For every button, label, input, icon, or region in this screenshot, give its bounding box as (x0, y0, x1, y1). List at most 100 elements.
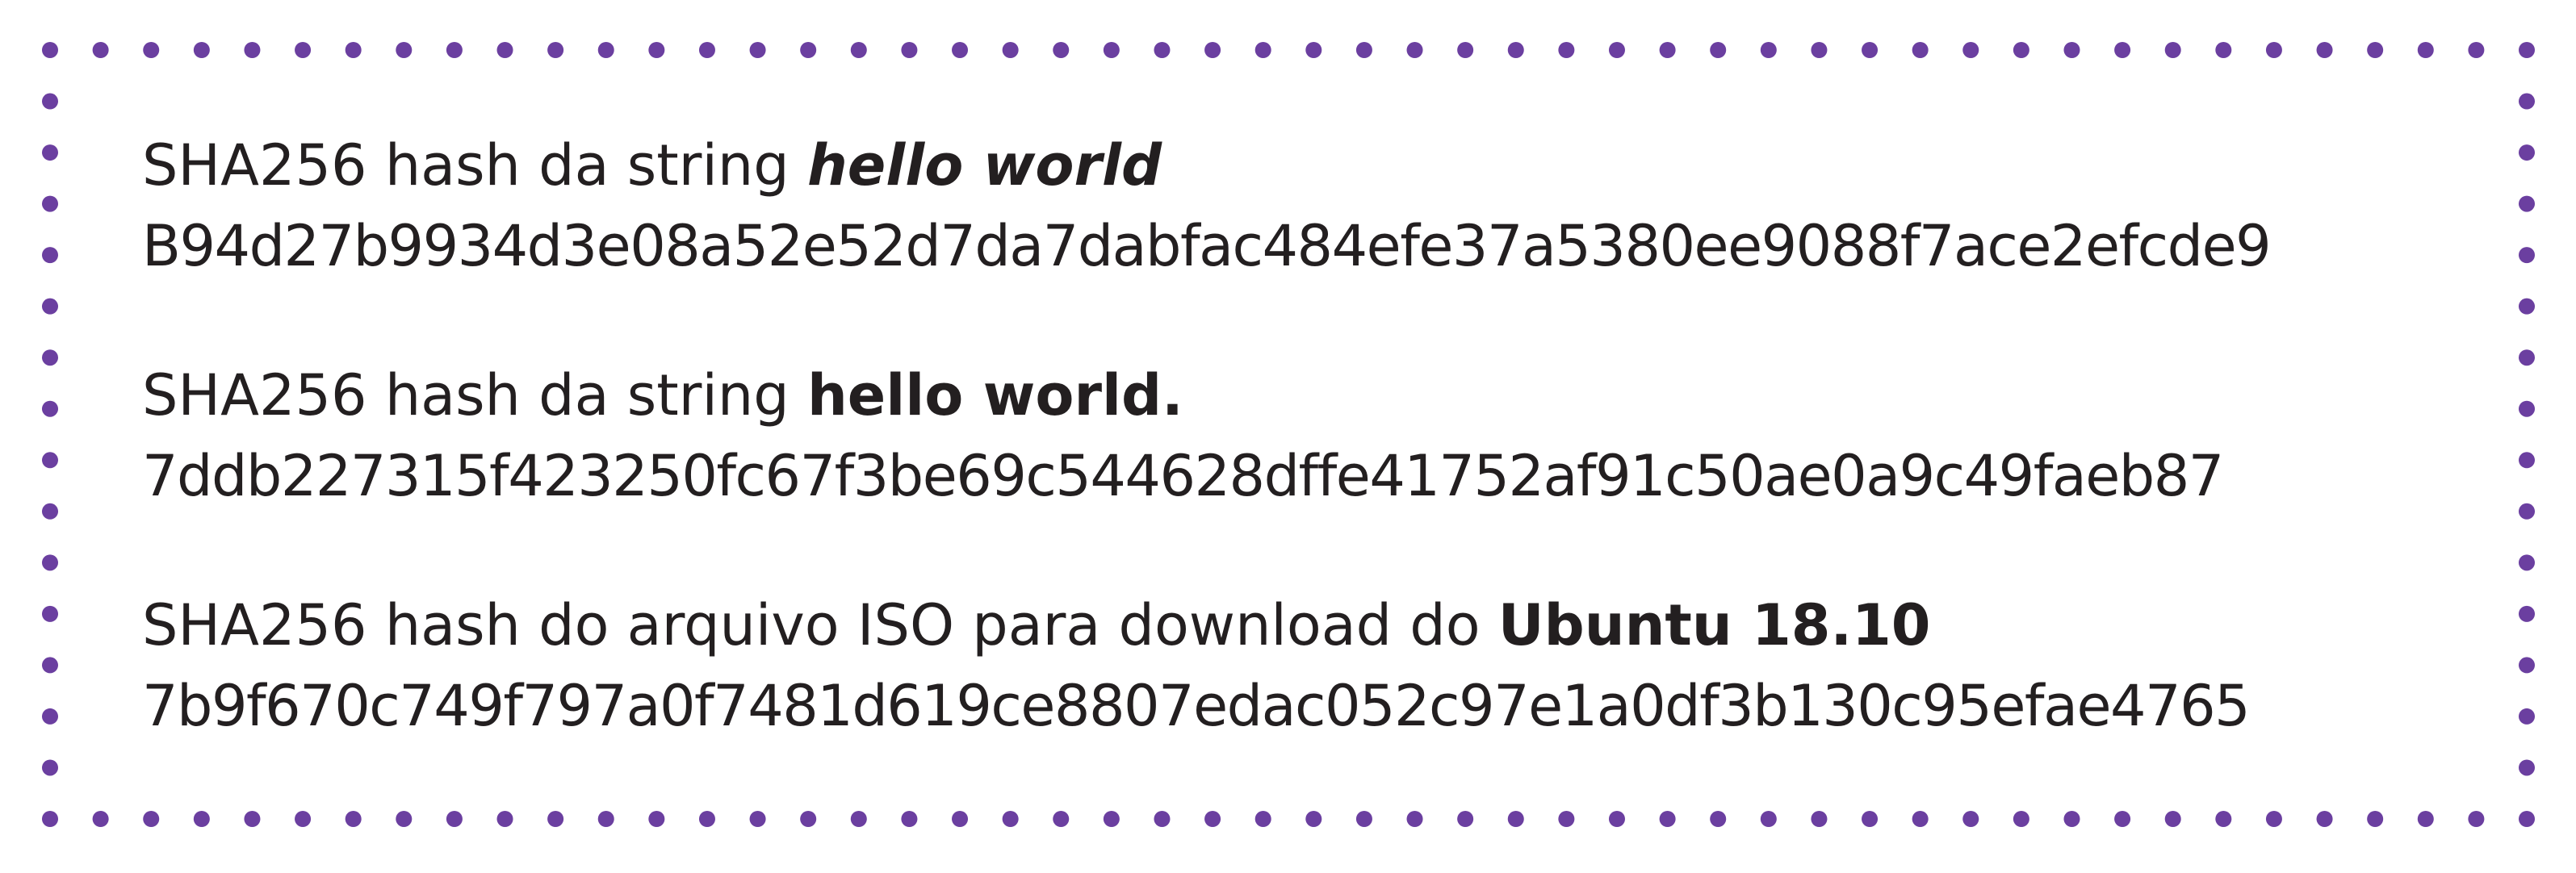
hash-digest: 7b9f670c749f797a0f7481d619ce8807edac052c… (142, 673, 2251, 739)
border-dot (1811, 811, 1828, 827)
border-dot (92, 42, 109, 58)
border-dot (1912, 42, 1929, 58)
border-dot (850, 42, 867, 58)
border-dot (2063, 42, 2080, 58)
border-dot (1103, 42, 1120, 58)
border-dot (2164, 811, 2181, 827)
border-dot (1457, 42, 1474, 58)
caption-label: SHA256 hash do arquivo ISO para download… (142, 592, 1498, 658)
border-dot (193, 811, 210, 827)
border-dot (1608, 42, 1625, 58)
hash-caption: SHA256 hash do arquivo ISO para download… (142, 597, 2467, 654)
border-dot (143, 42, 160, 58)
border-dot (396, 811, 413, 827)
border-dot (42, 247, 58, 264)
border-dot (1254, 42, 1271, 58)
border-dot (2468, 811, 2485, 827)
border-dot (1204, 811, 1221, 827)
border-dot (1507, 42, 1524, 58)
border-dot (2367, 811, 2384, 827)
caption-subject: Ubuntu 18.10 (1497, 592, 1931, 658)
border-dot (1204, 42, 1221, 58)
border-dot (2519, 657, 2535, 674)
border-dot (42, 554, 58, 571)
border-dot (2417, 811, 2434, 827)
border-dot (1558, 42, 1575, 58)
border-dot (143, 811, 160, 827)
border-dot (446, 811, 463, 827)
border-dot (2367, 42, 2384, 58)
border-dot (1406, 42, 1423, 58)
border-dot (42, 811, 58, 827)
border-dot (2316, 811, 2333, 827)
border-dot (2316, 42, 2333, 58)
hash-entry-ubuntu-iso: SHA256 hash do arquivo ISO para download… (142, 597, 2467, 734)
border-dot (1760, 811, 1777, 827)
border-dot (2215, 811, 2232, 827)
border-dot (1355, 42, 1372, 58)
border-dot (1406, 811, 1423, 827)
border-dot (2265, 811, 2282, 827)
border-dot (597, 42, 614, 58)
border-dot (2519, 400, 2535, 417)
border-dot (901, 811, 918, 827)
border-dot (1912, 811, 1929, 827)
caption-label: SHA256 hash da string (142, 132, 807, 198)
border-dot (496, 42, 513, 58)
border-dot (597, 811, 614, 827)
caption-label: SHA256 hash da string (142, 362, 807, 428)
border-dot (2519, 349, 2535, 366)
border-dot (749, 811, 766, 827)
border-dot (648, 42, 665, 58)
border-dot (496, 811, 513, 827)
border-dot (42, 503, 58, 520)
border-dot (92, 811, 109, 827)
border-dot (42, 657, 58, 674)
caption-subject: hello world (806, 132, 1162, 198)
border-dot (2114, 811, 2131, 827)
border-dot (1962, 42, 1979, 58)
border-dot (42, 93, 58, 110)
border-dot (42, 195, 58, 212)
border-dot (345, 811, 362, 827)
border-dot (901, 42, 918, 58)
border-dot (1760, 42, 1777, 58)
border-dot (1862, 811, 1879, 827)
border-dot (2417, 42, 2434, 58)
border-dot (1053, 42, 1070, 58)
border-dot (547, 811, 564, 827)
border-dot (2519, 42, 2535, 58)
border-dot (1355, 811, 1372, 827)
border-dot (1154, 42, 1171, 58)
border-dot (42, 759, 58, 776)
border-dot (2013, 42, 2029, 58)
border-dot (2519, 708, 2535, 725)
border-dot (1710, 811, 1727, 827)
border-dot (2063, 811, 2080, 827)
hash-caption: SHA256 hash da string hello world. (142, 367, 2467, 424)
border-dot (1659, 811, 1676, 827)
border-dot (850, 811, 867, 827)
border-dot (396, 42, 413, 58)
border-dot (2013, 811, 2029, 827)
border-dot (547, 42, 564, 58)
border-dot (2519, 195, 2535, 212)
border-dot (2519, 554, 2535, 571)
border-dot (698, 42, 715, 58)
border-dot (1659, 42, 1676, 58)
border-dot (1710, 42, 1727, 58)
border-dot (345, 42, 362, 58)
hash-caption: SHA256 hash da string hello world (142, 137, 2467, 194)
border-dot (1811, 42, 1828, 58)
hash-digest: B94d27b9934d3e08a52e52d7da7dabfac484efe3… (142, 213, 2272, 279)
border-dot (2519, 452, 2535, 469)
border-dot (1002, 42, 1019, 58)
border-dot (2114, 42, 2131, 58)
border-dot (952, 811, 969, 827)
border-dot (42, 42, 58, 58)
border-dot (42, 298, 58, 315)
border-dot (1558, 811, 1575, 827)
border-dot (1305, 811, 1322, 827)
border-dot (2519, 93, 2535, 110)
border-dot (698, 811, 715, 827)
